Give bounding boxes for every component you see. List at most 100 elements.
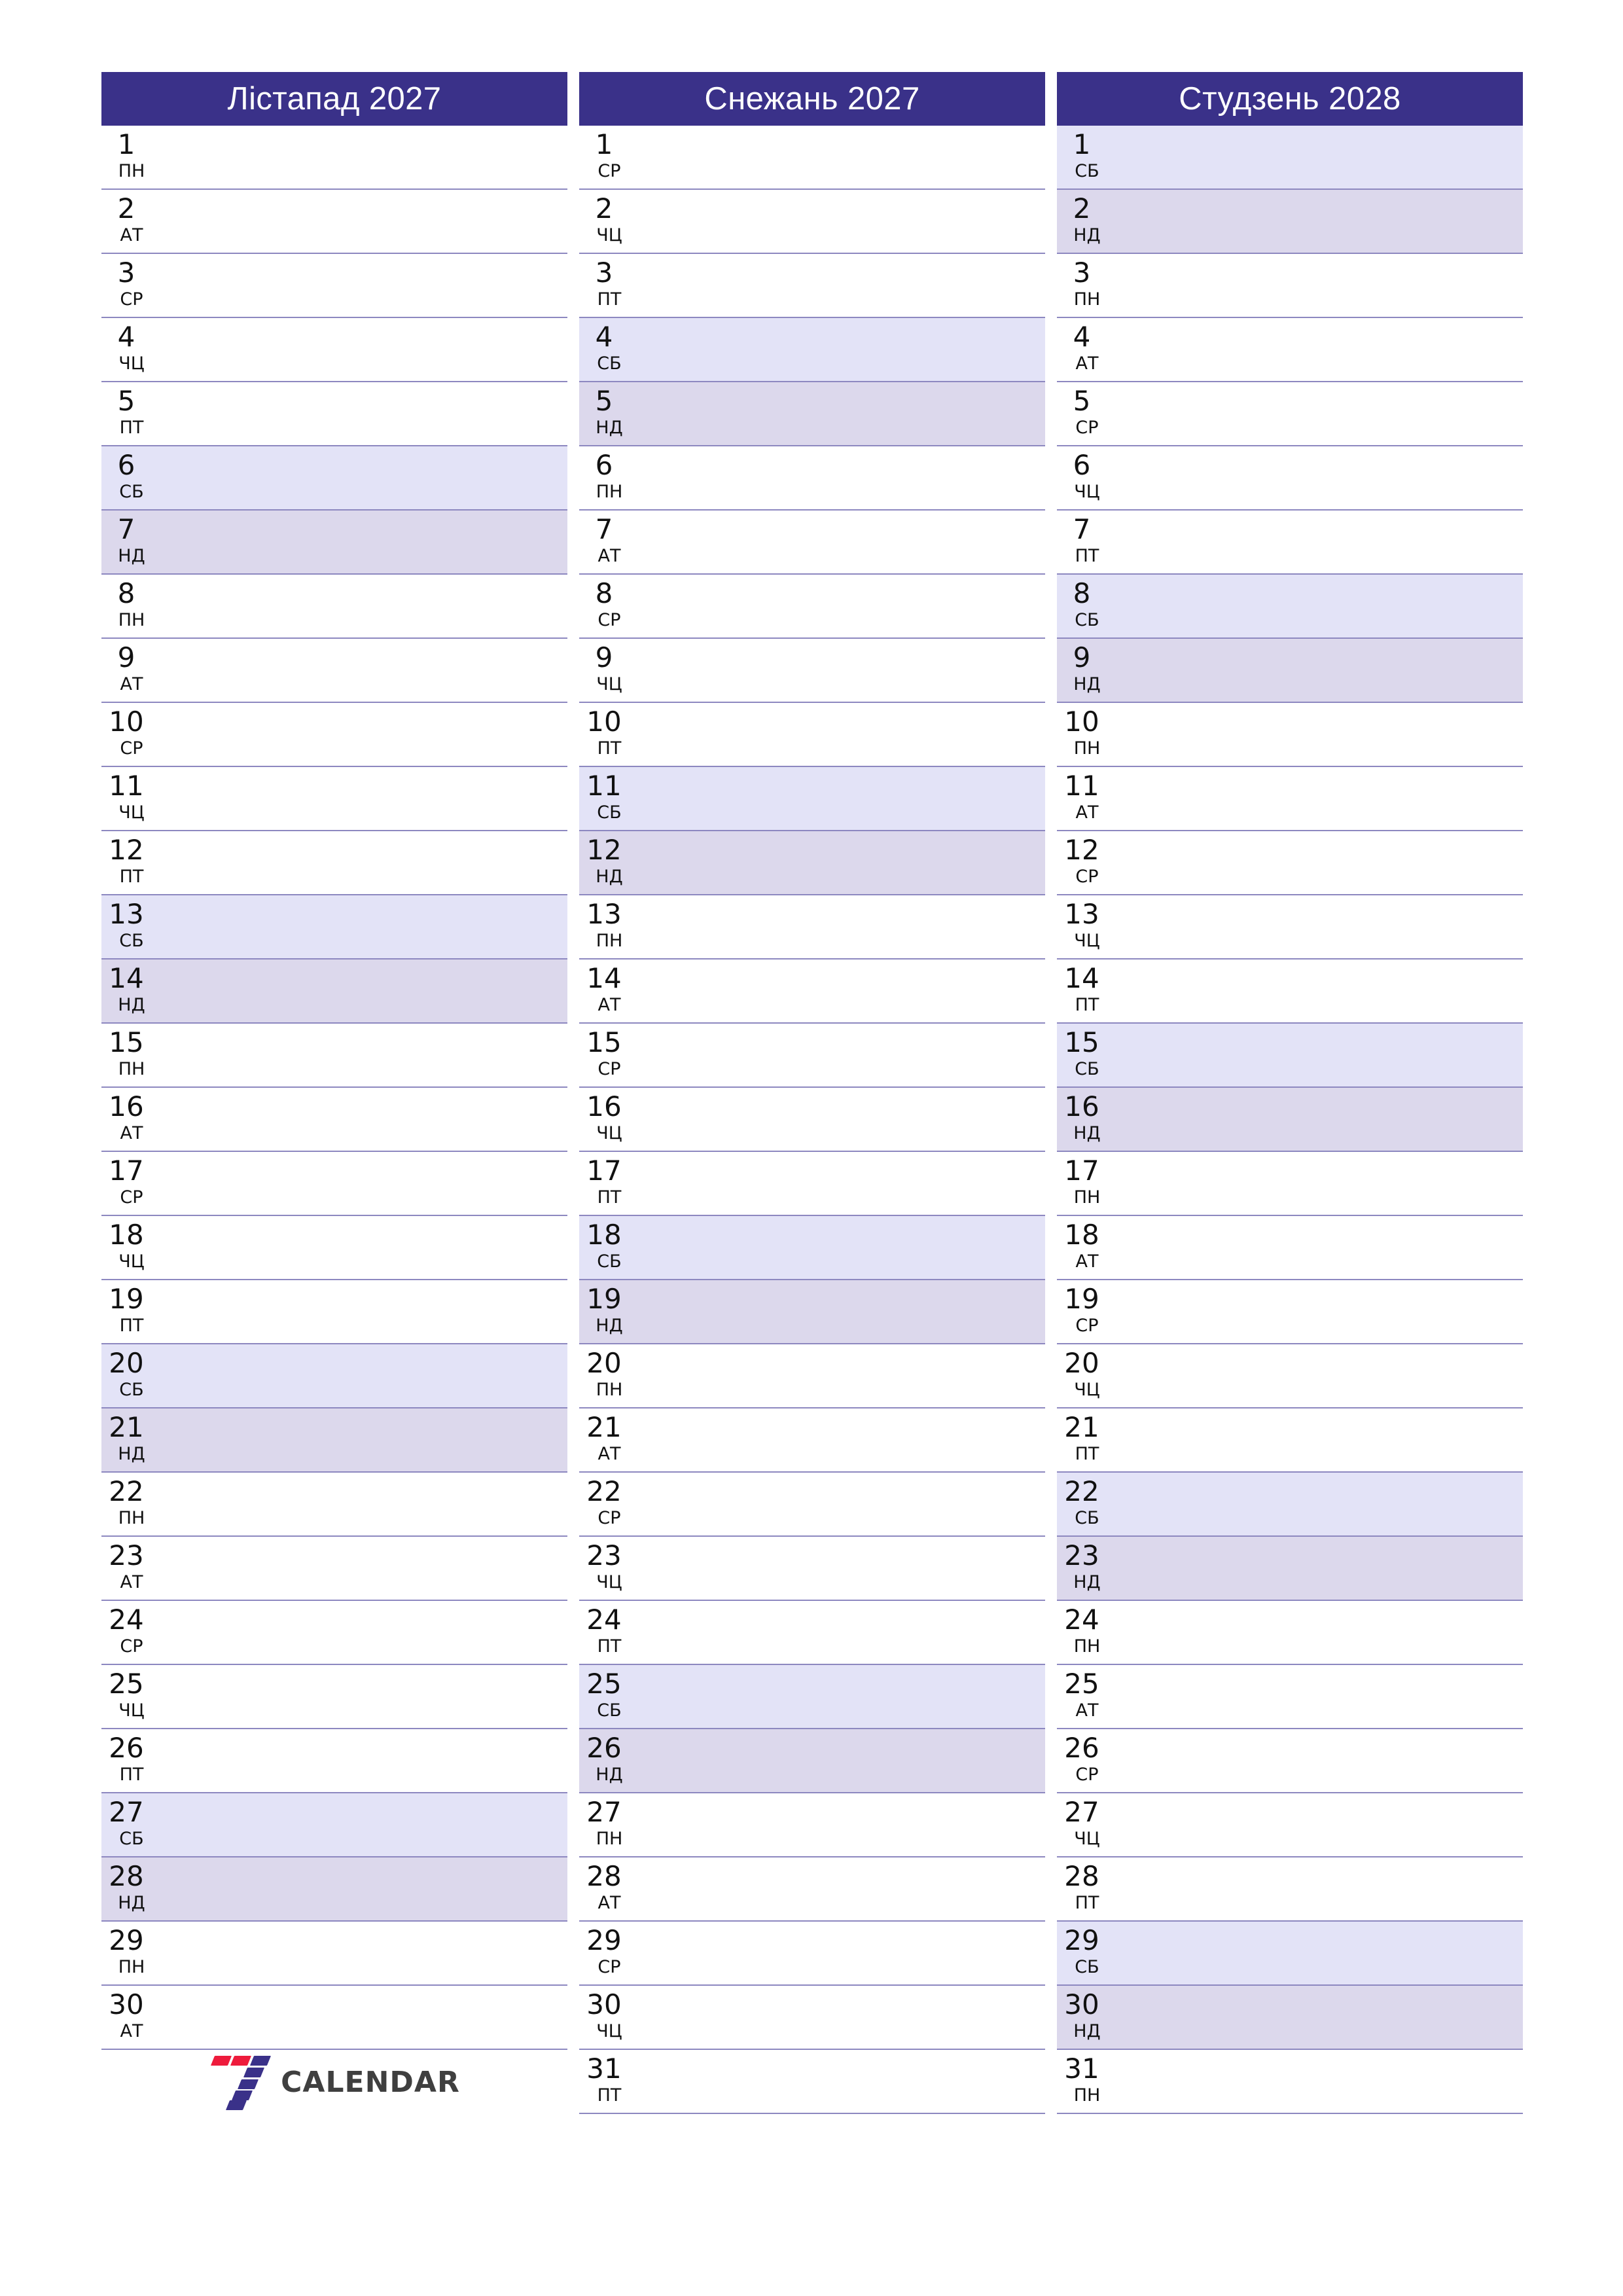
day-row[interactable]: 27 СБ [101, 1793, 567, 1857]
day-row[interactable]: 13 ПН [579, 895, 1045, 960]
day-row[interactable]: 1 СБ [1057, 126, 1523, 190]
day-row[interactable]: 2 ЧЦ [579, 190, 1045, 254]
day-row[interactable]: 1 СР [579, 126, 1045, 190]
day-row[interactable]: 29 ПН [101, 1922, 567, 1986]
day-row[interactable]: 10 СР [101, 703, 567, 767]
day-row[interactable]: 8 СР [579, 575, 1045, 639]
day-row[interactable]: 18 СБ [579, 1216, 1045, 1280]
day-row[interactable]: 13 СБ [101, 895, 567, 960]
day-row[interactable]: 30 НД [1057, 1986, 1523, 2050]
day-row[interactable]: 5 СР [1057, 382, 1523, 446]
day-row[interactable]: 23 АТ [101, 1537, 567, 1601]
day-row[interactable]: 12 НД [579, 831, 1045, 895]
day-row[interactable]: 20 СБ [101, 1344, 567, 1408]
day-row[interactable]: 16 АТ [101, 1088, 567, 1152]
day-row[interactable]: 5 ПТ [101, 382, 567, 446]
day-row[interactable]: 7 ПТ [1057, 511, 1523, 575]
day-weekday: ПН [1073, 1636, 1101, 1657]
day-row[interactable]: 14 АТ [579, 960, 1045, 1024]
day-row[interactable]: 4 ЧЦ [101, 318, 567, 382]
day-row[interactable]: 2 АТ [101, 190, 567, 254]
day-row[interactable]: 31 ПТ [579, 2050, 1045, 2114]
day-row[interactable]: 22 ПН [101, 1473, 567, 1537]
day-row[interactable]: 2 НД [1057, 190, 1523, 254]
day-row[interactable]: 9 АТ [101, 639, 567, 703]
day-row[interactable]: 25 АТ [1057, 1665, 1523, 1729]
day-row[interactable]: 28 НД [101, 1857, 567, 1922]
day-row[interactable]: 16 ЧЦ [579, 1088, 1045, 1152]
day-row[interactable]: 8 ПН [101, 575, 567, 639]
day-row[interactable]: 22 СБ [1057, 1473, 1523, 1537]
day-row[interactable]: 18 ЧЦ [101, 1216, 567, 1280]
day-row[interactable]: 21 ПТ [1057, 1408, 1523, 1473]
day-row[interactable]: 29 СБ [1057, 1922, 1523, 1986]
day-row[interactable]: 22 СР [579, 1473, 1045, 1537]
day-weekday: ЧЦ [596, 1123, 622, 1143]
day-row[interactable]: 6 ЧЦ [1057, 446, 1523, 511]
day-weekday: АТ [597, 1444, 621, 1464]
day-row[interactable]: 12 ПТ [101, 831, 567, 895]
day-row[interactable]: 28 АТ [579, 1857, 1045, 1922]
day-row[interactable]: 31 ПН [1057, 2050, 1523, 2114]
day-row[interactable]: 7 НД [101, 511, 567, 575]
day-row[interactable]: 5 НД [579, 382, 1045, 446]
day-row[interactable]: 12 СР [1057, 831, 1523, 895]
day-row[interactable]: 17 СР [101, 1152, 567, 1216]
day-row[interactable]: 3 СР [101, 254, 567, 318]
day-row[interactable]: 27 ЧЦ [1057, 1793, 1523, 1857]
day-row[interactable]: 29 СР [579, 1922, 1045, 1986]
day-row[interactable]: 4 АТ [1057, 318, 1523, 382]
day-row[interactable]: 14 ПТ [1057, 960, 1523, 1024]
day-row[interactable]: 1 ПН [101, 126, 567, 190]
day-row[interactable]: 6 СБ [101, 446, 567, 511]
day-row[interactable]: 15 СБ [1057, 1024, 1523, 1088]
day-number: 29 [1064, 1924, 1099, 1956]
day-weekday: АТ [1075, 353, 1099, 374]
day-row[interactable]: 26 СР [1057, 1729, 1523, 1793]
day-row[interactable]: 3 ПТ [579, 254, 1045, 318]
day-row[interactable]: 26 НД [579, 1729, 1045, 1793]
day-row[interactable]: 24 ПТ [579, 1601, 1045, 1665]
day-row[interactable]: 24 СР [101, 1601, 567, 1665]
day-row[interactable]: 21 АТ [579, 1408, 1045, 1473]
day-row[interactable]: 27 ПН [579, 1793, 1045, 1857]
day-row[interactable]: 11 ЧЦ [101, 767, 567, 831]
day-row[interactable]: 13 ЧЦ [1057, 895, 1523, 960]
day-row[interactable]: 14 НД [101, 960, 567, 1024]
day-row[interactable]: 10 ПН [1057, 703, 1523, 767]
day-row[interactable]: 9 ЧЦ [579, 639, 1045, 703]
day-row[interactable]: 20 ЧЦ [1057, 1344, 1523, 1408]
day-row[interactable]: 19 НД [579, 1280, 1045, 1344]
day-row[interactable]: 15 ПН [101, 1024, 567, 1088]
day-row[interactable]: 30 АТ [101, 1986, 567, 2050]
day-row[interactable]: 9 НД [1057, 639, 1523, 703]
day-row[interactable]: 17 ПН [1057, 1152, 1523, 1216]
day-row[interactable]: 16 НД [1057, 1088, 1523, 1152]
day-row[interactable]: 26 ПТ [101, 1729, 567, 1793]
day-row[interactable]: 23 ЧЦ [579, 1537, 1045, 1601]
day-row[interactable]: 11 АТ [1057, 767, 1523, 831]
day-row[interactable]: 7 АТ [579, 511, 1045, 575]
day-row[interactable]: 15 СР [579, 1024, 1045, 1088]
day-row[interactable]: 24 ПН [1057, 1601, 1523, 1665]
day-weekday: ПН [1073, 738, 1101, 759]
day-weekday: АТ [597, 995, 621, 1015]
day-row[interactable]: 25 СБ [579, 1665, 1045, 1729]
day-row[interactable]: 23 НД [1057, 1537, 1523, 1601]
day-row[interactable]: 21 НД [101, 1408, 567, 1473]
day-row[interactable]: 19 ПТ [101, 1280, 567, 1344]
day-row[interactable]: 3 ПН [1057, 254, 1523, 318]
day-row[interactable]: 28 ПТ [1057, 1857, 1523, 1922]
day-row[interactable]: 25 ЧЦ [101, 1665, 567, 1729]
day-row[interactable]: 18 АТ [1057, 1216, 1523, 1280]
day-row[interactable]: 17 ПТ [579, 1152, 1045, 1216]
day-row[interactable]: 6 ПН [579, 446, 1045, 511]
day-row[interactable]: 19 СР [1057, 1280, 1523, 1344]
day-row[interactable]: 10 ПТ [579, 703, 1045, 767]
month-column: Снежань 2027 1 СР 2 ЧЦ 3 ПТ 4 СБ 5 НД 6 ПН 7 АТ 8 СР 9 ЧЦ 1… [579, 72, 1045, 2114]
day-row[interactable]: 4 СБ [579, 318, 1045, 382]
day-row[interactable]: 11 СБ [579, 767, 1045, 831]
day-row[interactable]: 30 ЧЦ [579, 1986, 1045, 2050]
day-row[interactable]: 8 СБ [1057, 575, 1523, 639]
day-row[interactable]: 20 ПН [579, 1344, 1045, 1408]
